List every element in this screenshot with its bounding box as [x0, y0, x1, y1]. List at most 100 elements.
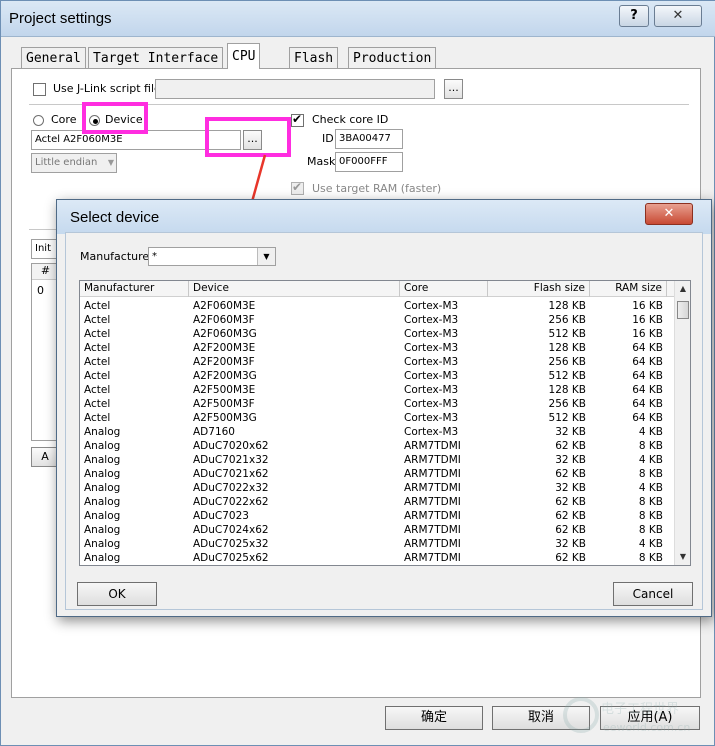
table-row[interactable]: Actel A2F200M3G Cortex-M3 512 KB 64 KB [80, 369, 675, 383]
column-header-device[interactable]: Device [189, 281, 400, 297]
column-header-ram-size[interactable]: RAM size [590, 281, 667, 297]
use-target-ram-checkbox[interactable] [291, 180, 304, 195]
separator [29, 104, 689, 105]
cell-manufacturer: Actel [84, 412, 111, 424]
tab-cpu[interactable]: CPU [227, 43, 261, 69]
table-row[interactable]: Analog ADuC7025x32 ARM7TDMI 32 KB 4 KB [80, 537, 675, 551]
table-row[interactable]: Analog ADuC7021x62 ARM7TDMI 62 KB 8 KB [80, 467, 675, 481]
device-list-scrollbar[interactable]: ▲ ▼ [674, 281, 690, 565]
table-row[interactable]: Actel A2F060M3F Cortex-M3 256 KB 16 KB [80, 313, 675, 327]
cell-device: A2F500M3G [193, 412, 257, 424]
cell-core: ARM7TDMI [404, 454, 461, 466]
cell-core: ARM7TDMI [404, 538, 461, 550]
cell-core: Cortex-M3 [404, 328, 459, 340]
table-row[interactable]: Actel A2F500M3G Cortex-M3 512 KB 64 KB [80, 411, 675, 425]
cell-ram-size: 8 KB [638, 510, 663, 522]
close-button[interactable]: ✕ [654, 5, 702, 27]
scroll-thumb[interactable] [677, 301, 689, 319]
id-label: ID [322, 132, 334, 145]
cell-core: Cortex-M3 [404, 398, 459, 410]
device-list[interactable]: Manufacturer Device Core Flash size RAM … [79, 280, 691, 566]
cell-device: ADuC7022x62 [193, 496, 269, 508]
cell-flash-size: 256 KB [548, 314, 586, 326]
cell-device: ADuC7025x62 [193, 552, 269, 564]
init-sequence-dropdown[interactable]: Init s [31, 239, 59, 272]
scroll-down-icon[interactable]: ▼ [675, 549, 690, 565]
scroll-up-icon[interactable]: ▲ [675, 281, 690, 297]
chevron-down-icon[interactable]: ▼ [257, 248, 275, 265]
cell-ram-size: 64 KB [632, 398, 663, 410]
ok-button[interactable]: 确定 [385, 706, 483, 730]
column-header-manufacturer[interactable]: Manufacturer [80, 281, 189, 297]
table-row[interactable]: Actel A2F060M3E Cortex-M3 128 KB 16 KB [80, 299, 675, 313]
cell-device: ADuC7021x32 [193, 454, 269, 466]
table-row[interactable]: Analog AD7160 Cortex-M3 32 KB 4 KB [80, 425, 675, 439]
cell-device: A2F200M3E [193, 342, 256, 354]
watermark-icon: 电子工程世界 eeworld.com.cn [563, 697, 690, 734]
check-core-id-checkbox[interactable] [291, 112, 304, 127]
cell-core: ARM7TDMI [404, 496, 461, 508]
core-radio[interactable] [33, 115, 44, 126]
list-header-number: # [32, 264, 59, 280]
tab-production[interactable]: Production [348, 47, 437, 69]
cell-device: ADuC7024x62 [193, 524, 269, 536]
cell-ram-size: 64 KB [632, 384, 663, 396]
init-steps-list[interactable]: # 0 [31, 263, 59, 441]
device-field[interactable]: Actel A2F060M3E [31, 130, 241, 150]
core-id-mask-field[interactable]: 0F000FFF [335, 152, 403, 172]
tab-flash[interactable]: Flash [289, 47, 339, 69]
table-row[interactable]: Analog ADuC7023 ARM7TDMI 62 KB 8 KB [80, 509, 675, 523]
cell-device: A2F200M3G [193, 370, 257, 382]
cell-ram-size: 4 KB [638, 454, 663, 466]
device-radio[interactable] [89, 115, 100, 126]
cell-ram-size: 4 KB [638, 426, 663, 438]
table-row[interactable]: Actel A2F200M3F Cortex-M3 256 KB 64 KB [80, 355, 675, 369]
column-header-flash-size[interactable]: Flash size [488, 281, 590, 297]
manufacturer-value: * [152, 251, 157, 262]
tab-general[interactable]: General [21, 47, 86, 69]
cell-flash-size: 128 KB [548, 342, 586, 354]
table-row[interactable]: Analog ADuC7020x62 ARM7TDMI 62 KB 8 KB [80, 439, 675, 453]
device-list-rows: Actel A2F060M3E Cortex-M3 128 KB 16 KB Actel A… [80, 299, 675, 565]
use-jlink-script-label: Use J-Link script file [53, 82, 161, 95]
dialog-ok-button[interactable]: OK [77, 582, 157, 606]
tab-target-interface[interactable]: Target Interface [88, 47, 224, 69]
core-radio-label: Core [51, 113, 77, 126]
table-row[interactable]: Actel A2F500M3F Cortex-M3 256 KB 64 KB [80, 397, 675, 411]
add-step-button[interactable]: A [31, 447, 59, 467]
cell-core: ARM7TDMI [404, 468, 461, 480]
list-item[interactable]: 0 [37, 284, 44, 297]
table-row[interactable]: Actel A2F060M3G Cortex-M3 512 KB 16 KB [80, 327, 675, 341]
cell-device: ADuC7021x62 [193, 468, 269, 480]
cell-core: Cortex-M3 [404, 426, 459, 438]
manufacturer-select[interactable]: * ▼ [148, 247, 276, 266]
cell-flash-size: 512 KB [548, 412, 586, 424]
core-id-field[interactable]: 3BA00477 [335, 129, 403, 149]
table-row[interactable]: Analog ADuC7025x62 ARM7TDMI 62 KB 8 KB [80, 551, 675, 565]
jlink-script-path-field[interactable] [155, 79, 435, 99]
cell-device: A2F500M3F [193, 398, 255, 410]
cell-flash-size: 128 KB [548, 384, 586, 396]
device-radio-label: Device [105, 113, 143, 126]
table-row[interactable]: Analog ADuC7024x62 ARM7TDMI 62 KB 8 KB [80, 523, 675, 537]
use-jlink-script-checkbox[interactable] [33, 83, 46, 96]
window-titlebar[interactable]: Project settings ? ✕ [1, 1, 715, 37]
cell-manufacturer: Actel [84, 300, 111, 312]
help-button[interactable]: ? [619, 5, 649, 27]
device-browse-button[interactable]: ... [243, 130, 262, 150]
column-header-core[interactable]: Core [400, 281, 488, 297]
jlink-script-browse-button[interactable]: ... [444, 79, 463, 99]
cell-ram-size: 8 KB [638, 524, 663, 536]
select-device-dialog: Select device ✕ Manufacturer * ▼ Manufac… [56, 199, 712, 617]
table-row[interactable]: Actel A2F200M3E Cortex-M3 128 KB 64 KB [80, 341, 675, 355]
dialog-titlebar[interactable]: Select device ✕ [57, 200, 711, 234]
cell-flash-size: 128 KB [548, 300, 586, 312]
dialog-close-button[interactable]: ✕ [645, 203, 693, 225]
cell-ram-size: 64 KB [632, 370, 663, 382]
dialog-cancel-button[interactable]: Cancel [613, 582, 693, 606]
table-row[interactable]: Actel A2F500M3E Cortex-M3 128 KB 64 KB [80, 383, 675, 397]
table-row[interactable]: Analog ADuC7022x62 ARM7TDMI 62 KB 8 KB [80, 495, 675, 509]
table-row[interactable]: Analog ADuC7021x32 ARM7TDMI 32 KB 4 KB [80, 453, 675, 467]
endian-select[interactable]: Little endian ▼ [31, 153, 117, 173]
table-row[interactable]: Analog ADuC7022x32 ARM7TDMI 32 KB 4 KB [80, 481, 675, 495]
